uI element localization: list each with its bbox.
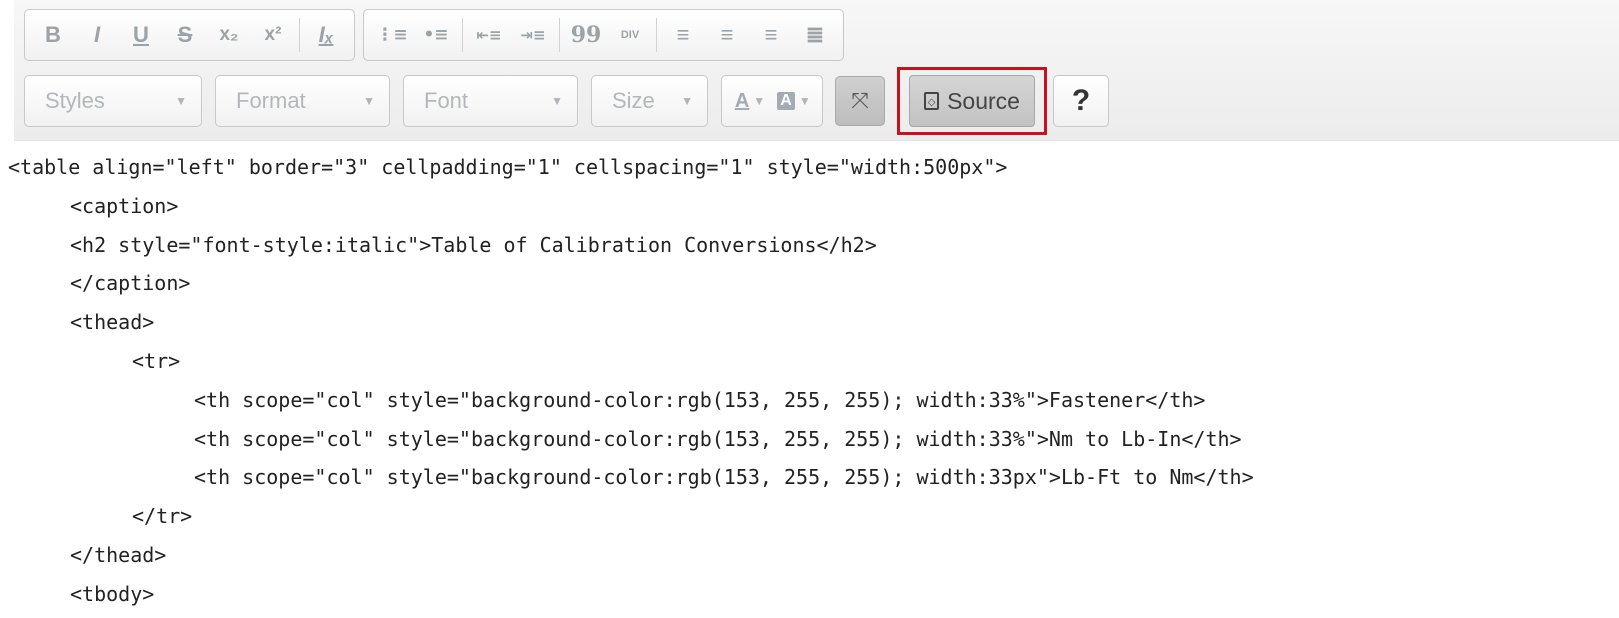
styles-combo-label: Styles: [45, 88, 105, 113]
superscript-icon: x²: [264, 24, 282, 45]
code-line: </thead>: [70, 543, 167, 567]
code-line: <h2 style="font-style:italic">Table of C…: [70, 232, 877, 257]
strikethrough-button[interactable]: S: [163, 15, 207, 55]
toolbar-separator: [462, 18, 463, 52]
size-combo[interactable]: Size ▼: [591, 75, 708, 127]
chevron-down-icon: ▼: [681, 94, 693, 108]
align-right-button[interactable]: ≡: [749, 15, 793, 55]
toolbar-row-1: B I U S x₂ x² Iₓ ⋮≡ •≡ ⇤≡ ⇥≡ 99 DIV ≡ ≡ …: [24, 8, 852, 62]
align-left-icon: ≡: [676, 22, 690, 47]
align-right-icon: ≡: [764, 22, 778, 47]
background-color-button[interactable]: A ▼: [772, 81, 816, 121]
blockquote-icon: 99: [570, 22, 602, 48]
format-combo[interactable]: Format ▼: [215, 75, 390, 127]
subscript-button[interactable]: x₂: [207, 15, 251, 55]
background-color-icon: A: [777, 92, 795, 110]
toolbar-separator: [656, 18, 657, 52]
italic-button[interactable]: I: [75, 15, 119, 55]
font-combo-label: Font: [424, 88, 469, 113]
basic-styles-group: B I U S x₂ x² Iₓ: [24, 9, 355, 61]
code-line: <th scope="col" style="background-color:…: [194, 387, 1206, 412]
code-line: <th scope="col" style="background-color:…: [194, 426, 1242, 451]
code-line: </caption>: [70, 271, 191, 296]
code-line: <tr>: [132, 349, 181, 373]
styles-combo[interactable]: Styles ▼: [24, 75, 202, 127]
underline-icon: U: [133, 22, 149, 47]
code-line: <table align="left" border="3" cellpaddi…: [8, 155, 1008, 179]
font-combo[interactable]: Font ▼: [403, 75, 578, 127]
increase-indent-button[interactable]: ⇥≡: [511, 15, 555, 55]
chevron-down-icon: ▼: [551, 94, 563, 108]
bulleted-list-button[interactable]: •≡: [414, 15, 458, 55]
code-line: <caption>: [70, 193, 179, 218]
size-combo-label: Size: [612, 88, 655, 113]
superscript-button[interactable]: x²: [251, 15, 295, 55]
blockquote-button[interactable]: 99: [564, 15, 608, 55]
color-group: A ▼ A ▼: [721, 75, 823, 127]
toolbar-separator: [559, 18, 560, 52]
div-container-button[interactable]: DIV: [608, 15, 652, 55]
source-highlight: ◇ Source: [897, 67, 1047, 135]
numbered-list-button[interactable]: ⋮≡: [370, 15, 414, 55]
justify-icon: ≣: [805, 22, 825, 47]
source-icon: ◇: [924, 92, 940, 110]
format-combo-label: Format: [236, 88, 306, 113]
help-button[interactable]: ?: [1053, 75, 1109, 127]
help-icon: ?: [1071, 84, 1091, 117]
bold-button[interactable]: B: [31, 15, 75, 55]
decrease-indent-button[interactable]: ⇤≡: [467, 15, 511, 55]
source-button-label: Source: [947, 87, 1020, 114]
code-line: <thead>: [70, 310, 155, 335]
chevron-down-icon: ▼: [363, 94, 375, 108]
bold-icon: B: [45, 22, 61, 47]
chevron-down-icon: ▼: [175, 94, 187, 108]
align-center-button[interactable]: ≡: [705, 15, 749, 55]
source-editor[interactable]: <table align="left" border="3" cellpaddi…: [0, 142, 1619, 618]
strikethrough-icon: S: [177, 22, 193, 47]
increase-indent-icon: ⇥≡: [520, 26, 546, 44]
bulleted-list-icon: •≡: [423, 25, 449, 45]
maximize-button[interactable]: ⤧: [835, 76, 885, 126]
remove-format-button[interactable]: Iₓ: [304, 15, 348, 55]
maximize-icon: ⤧: [851, 88, 869, 113]
remove-format-icon: Iₓ: [318, 22, 334, 47]
toolbar-separator: [299, 18, 300, 52]
justify-button[interactable]: ≣: [793, 15, 837, 55]
paragraph-group: ⋮≡ •≡ ⇤≡ ⇥≡ 99 DIV ≡ ≡ ≡ ≣: [363, 9, 844, 61]
source-button[interactable]: ◇ Source: [909, 75, 1035, 127]
subscript-icon: x₂: [219, 24, 239, 45]
code-line: <tbody>: [70, 581, 155, 606]
code-line: </tr>: [132, 504, 193, 529]
div-container-icon: DIV: [620, 28, 640, 41]
align-center-icon: ≡: [720, 22, 734, 47]
numbered-list-icon: ⋮≡: [376, 25, 408, 45]
underline-button[interactable]: U: [119, 15, 163, 55]
text-color-icon: A: [734, 89, 750, 112]
code-line: <th scope="col" style="background-color:…: [194, 465, 1254, 490]
chevron-down-icon: ▼: [753, 94, 766, 108]
editor-toolbar: B I U S x₂ x² Iₓ ⋮≡ •≡ ⇤≡ ⇥≡ 99 DIV ≡ ≡ …: [14, 0, 1619, 141]
align-left-button[interactable]: ≡: [661, 15, 705, 55]
chevron-down-icon: ▼: [798, 94, 811, 108]
text-color-button[interactable]: A ▼: [728, 81, 772, 121]
decrease-indent-icon: ⇤≡: [476, 26, 502, 44]
toolbar-row-2: Styles ▼ Format ▼ Font ▼ Size ▼ A ▼ A ▼ ⤧: [24, 67, 1109, 135]
italic-icon: I: [93, 22, 101, 47]
